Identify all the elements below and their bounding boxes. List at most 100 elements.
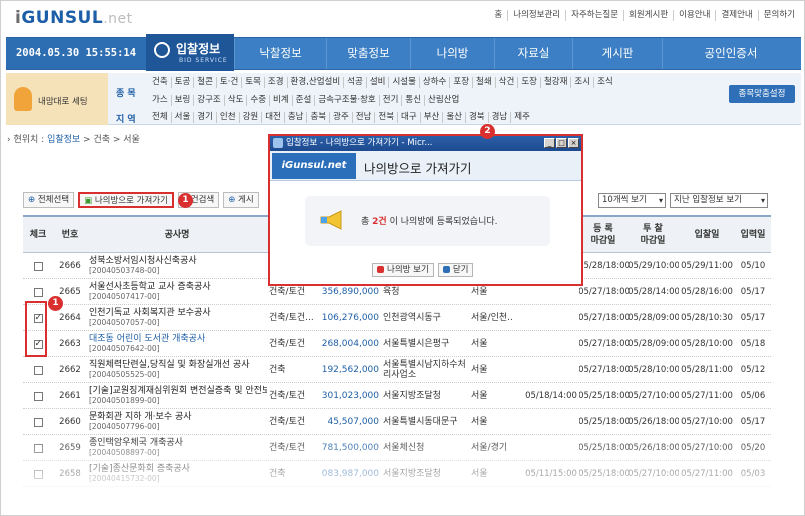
category-item[interactable]: 보링 [170, 95, 194, 106]
row-title[interactable]: 성북소방서임시청사신축공사 [89, 256, 197, 266]
tab-award-info[interactable]: 낙찰정보 [234, 38, 326, 69]
category-item[interactable]: 조식 [593, 77, 616, 88]
region-item[interactable]: 경남 [487, 112, 511, 123]
region-item[interactable]: 경북 [464, 112, 488, 123]
region-item[interactable]: 충북 [306, 112, 329, 123]
tab-bid-info[interactable]: 입찰정보 BID SERVICE [146, 34, 234, 71]
top-link-payment[interactable]: 결제안내 [715, 10, 757, 21]
row-title-cell: [기술]교원징계재심위원회 변전실증축 및 안전보수공사[20040501899… [89, 383, 267, 409]
category-item[interactable]: 삭건 [494, 77, 518, 88]
category-item[interactable]: 시설물 [388, 77, 418, 88]
tab-board[interactable]: 게시판 [572, 38, 662, 69]
row-agency-cell: 인천광역시동구 [383, 313, 441, 323]
category-item[interactable]: 강구조 [193, 95, 223, 106]
category-item[interactable]: 철쇄 [472, 77, 495, 88]
page-frame: iGUNSUL.net 홈 나의정보관리 자주하는질문 회원게시판 이용안내 결… [0, 0, 805, 516]
row-title[interactable]: 직원체력단련실,당직실 및 화장실개선 공사 [89, 360, 250, 370]
callout-1b: 1 [48, 296, 63, 311]
region-item[interactable]: 전북 [374, 112, 397, 123]
view-myroom-button[interactable]: 나의방 보기 [372, 263, 434, 277]
category-item[interactable]: 포장 [449, 77, 472, 88]
per-page-select[interactable]: 10개씩 보기 [598, 193, 666, 208]
close-popup-button[interactable]: 닫기 [437, 263, 474, 277]
row-checkbox[interactable] [33, 391, 43, 401]
row-no-cell: 2662 [59, 365, 81, 375]
tab-archive[interactable]: 자료실 [494, 38, 572, 69]
region-item[interactable]: 광주 [329, 112, 352, 123]
category-item[interactable]: 삭도 [223, 95, 247, 106]
top-link-contact[interactable]: 문의하기 [757, 10, 800, 21]
category-item[interactable]: 준설 [291, 95, 315, 106]
region-item[interactable]: 부산 [419, 112, 443, 123]
minimize-icon[interactable]: _ [544, 138, 555, 148]
board-button[interactable]: ⊕ 게시 [223, 192, 259, 208]
row-title[interactable]: 인천기독교 사회복지관 보수공사 [89, 308, 211, 318]
category-item[interactable]: 도장 [517, 77, 540, 88]
category-item[interactable]: 조시 [570, 77, 593, 88]
top-link-guide[interactable]: 이용안내 [673, 10, 715, 21]
top-link-home[interactable]: 홈 [489, 10, 507, 21]
top-link-faq[interactable]: 자주하는질문 [565, 10, 623, 21]
region-item[interactable]: 대전 [261, 112, 284, 123]
past-bid-select[interactable]: 지난 입찰정보 보기 [670, 193, 768, 208]
category-item[interactable]: 건축 [149, 77, 171, 88]
region-item[interactable]: 서울 [170, 112, 194, 123]
category-setting-button[interactable]: 종목맞춤설정 [729, 85, 795, 103]
row-checkbox[interactable] [33, 261, 43, 271]
close-icon[interactable]: × [568, 138, 579, 148]
top-link-myinfo[interactable]: 나의정보관리 [507, 10, 565, 21]
category-item[interactable]: 금속구조물·창호 [314, 95, 378, 106]
row-checkbox[interactable] [33, 365, 43, 375]
region-item[interactable]: 전남 [351, 112, 375, 123]
category-item[interactable]: 통신 [401, 95, 424, 106]
category-item[interactable]: 토공 [170, 77, 194, 88]
site-logo[interactable]: iGUNSUL.net [15, 8, 133, 28]
tab-certificate[interactable]: 공인인증서 [662, 38, 799, 69]
row-checkbox[interactable] [33, 287, 43, 297]
row-title[interactable]: 문화회관 지하 개·보수 공사 [89, 412, 192, 422]
bid-service-icon [154, 42, 170, 58]
table-row[interactable]: 2661 [기술]교원징계재심위원회 변전실증축 및 안전보수공사[2004050… [23, 383, 771, 409]
region-item[interactable]: 울산 [442, 112, 465, 123]
person-icon [14, 87, 32, 111]
my-setting-button[interactable]: 내맘대로 세팅 [6, 73, 108, 125]
region-item[interactable]: 경기 [193, 112, 216, 123]
category-item[interactable]: 비계 [269, 95, 292, 106]
category-item[interactable]: 전기 [378, 95, 402, 106]
type-row-1: 건축 토공 철콘 토·건 토목 조경 환경,산업설비 석공 설비 시설물 상하수… [149, 77, 616, 88]
category-item[interactable]: 토·건 [215, 77, 241, 88]
category-item[interactable]: 상하수 [418, 77, 449, 88]
category-item[interactable]: 석공 [343, 77, 366, 88]
category-item[interactable]: 산림산업 [424, 95, 462, 106]
select-all-button[interactable]: ⊕ 전체선택 [23, 192, 75, 208]
tab-my-room[interactable]: 나의방 [410, 38, 494, 69]
maximize-icon[interactable]: □ [556, 138, 567, 148]
region-item[interactable]: 전체 [149, 112, 171, 123]
region-item[interactable]: 제주 [510, 112, 533, 123]
table-row[interactable]: 2662 직원체력단련실,당직실 및 화장실개선 공사 [20040505525-0… [23, 357, 771, 383]
row-title[interactable]: [기술]교원징계재심위원회 변전실증축 및 안전보수공사 [89, 386, 267, 396]
row-d3-cell: 05/28/10:30 [681, 313, 733, 323]
category-item[interactable]: 수중 [246, 95, 269, 106]
row-title[interactable]: 서울선사초등학교 교사 증축공사 [89, 282, 211, 292]
region-item[interactable]: 인천 [215, 112, 239, 123]
to-myroom-button[interactable]: ▣ 나의방으로 가져가기 [78, 192, 174, 208]
top-link-board[interactable]: 회원게시판 [623, 10, 673, 21]
table-row[interactable]: ✓ 2664 인천기독교 사회복지관 보수공사 [20040507057-00] 건축/… [23, 305, 771, 331]
category-item[interactable]: 철콘 [193, 77, 216, 88]
plus-icon: ⊕ [28, 195, 38, 205]
region-item[interactable]: 강원 [238, 112, 262, 123]
category-item[interactable]: 철강재 [539, 77, 570, 88]
category-item[interactable]: 설비 [365, 77, 389, 88]
category-item[interactable]: 환경,산업설비 [286, 77, 344, 88]
row-title[interactable]: 대조동 어린이 도서관 개축공사 [89, 334, 205, 344]
region-item[interactable]: 충남 [283, 112, 307, 123]
region-item[interactable]: 대구 [397, 112, 420, 123]
table-row[interactable]: ✓ 2663 대조동 어린이 도서관 개축공사 [20040507642-00] 건축/… [23, 331, 771, 357]
breadcrumb-current[interactable]: 입찰정보 [47, 135, 80, 145]
category-item[interactable]: 토목 [241, 77, 264, 88]
tab-custom-info[interactable]: 맞춤정보 [326, 38, 410, 69]
category-item[interactable]: 가스 [149, 95, 171, 106]
row-checkbox[interactable] [33, 417, 43, 427]
category-item[interactable]: 조경 [263, 77, 287, 88]
